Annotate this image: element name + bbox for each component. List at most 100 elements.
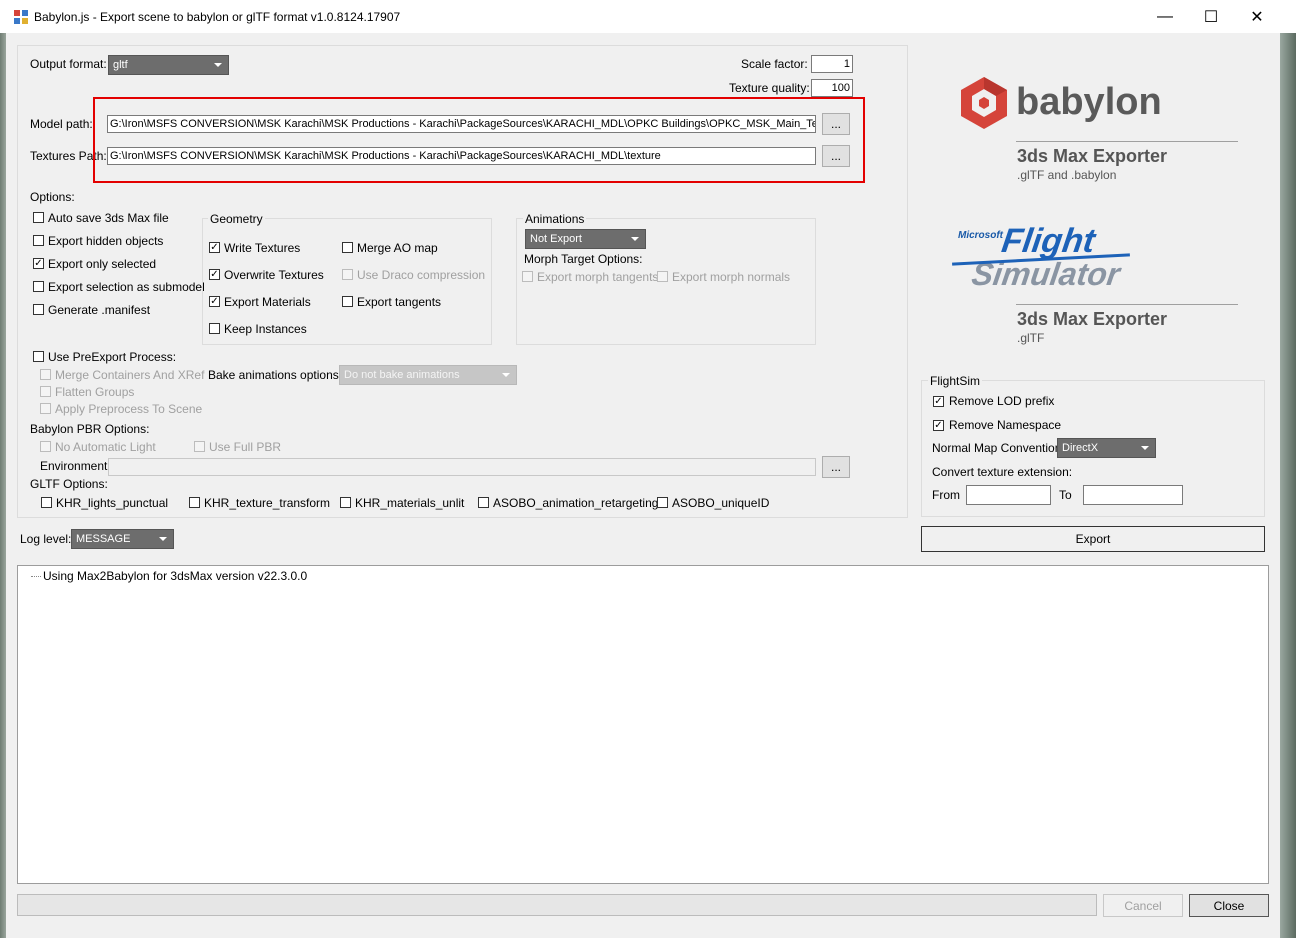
remove-namespace-checkbox[interactable]: ✓ <box>933 420 944 431</box>
to-extension-input[interactable] <box>1083 485 1183 505</box>
apply-preprocess-label: Apply Preprocess To Scene <box>55 402 203 416</box>
babylon-app-icon <box>13 9 29 25</box>
chevron-down-icon <box>214 63 222 67</box>
gltf-option-checkbox[interactable] <box>340 497 351 508</box>
option-label: Export hidden objects <box>48 234 164 248</box>
close-icon: ✕ <box>1250 8 1264 26</box>
environment-browse-button[interactable]: ... <box>822 456 850 478</box>
highlight-box <box>93 97 865 183</box>
maximize-button[interactable]: ☐ <box>1188 0 1234 33</box>
apply-preprocess-checkbox[interactable] <box>40 403 51 414</box>
gltf-option-label: KHR_lights_punctual <box>56 496 169 510</box>
scale-factor-input[interactable]: 1 <box>811 55 853 73</box>
export-tangents-checkbox[interactable] <box>342 296 353 307</box>
from-extension-input[interactable] <box>966 485 1051 505</box>
texture-quality-input[interactable]: 100 <box>811 79 853 97</box>
merge-ao-label: Merge AO map <box>357 241 438 255</box>
log-output[interactable]: Using Max2Babylon for 3dsMax version v22… <box>17 565 1269 884</box>
geometry-title: Geometry <box>208 212 265 226</box>
keep-instances-checkbox[interactable] <box>209 323 220 334</box>
minimize-icon: — <box>1157 7 1173 25</box>
flatten-groups-checkbox[interactable] <box>40 386 51 397</box>
minimize-button[interactable]: — <box>1142 0 1188 33</box>
flightsim-title: FlightSim <box>928 374 983 388</box>
export-button[interactable]: Export <box>921 526 1265 552</box>
option-checkbox[interactable] <box>33 212 44 223</box>
merge-ao-checkbox[interactable] <box>342 242 353 253</box>
gltf-option-checkbox[interactable] <box>189 497 200 508</box>
scale-factor-label: Scale factor: <box>741 57 808 71</box>
gltf-option-checkbox[interactable] <box>657 497 668 508</box>
use-preexport-checkbox[interactable] <box>33 351 44 362</box>
option-checkbox[interactable] <box>33 304 44 315</box>
progress-bar <box>17 894 1097 916</box>
chevron-down-icon <box>159 537 167 541</box>
full-pbr-checkbox[interactable] <box>194 441 205 452</box>
option-label: Export selection as submodel <box>48 280 205 294</box>
normal-map-select[interactable]: DirectX <box>1057 438 1156 458</box>
write-textures-label: Write Textures <box>224 241 301 255</box>
use-preexport-label: Use PreExport Process: <box>48 350 177 364</box>
output-format-label: Output format: <box>30 57 107 71</box>
gltf-option-checkbox[interactable] <box>478 497 489 508</box>
merge-containers-label: Merge Containers And XRef <box>55 368 205 382</box>
gltf-option-label: KHR_materials_unlit <box>355 496 465 510</box>
log-line: Using Max2Babylon for 3dsMax version v22… <box>43 569 308 583</box>
no-auto-light-label: No Automatic Light <box>55 440 156 454</box>
options-label: Options: <box>30 190 75 204</box>
environment-label: Environment <box>40 459 108 473</box>
animations-title: Animations <box>523 212 587 226</box>
environment-input[interactable] <box>108 458 816 476</box>
log-level-label: Log level: <box>20 532 72 546</box>
draco-checkbox[interactable] <box>342 269 353 280</box>
animations-value: Not Export <box>530 233 582 245</box>
write-textures-checkbox[interactable]: ✓ <box>209 242 220 253</box>
draco-label: Use Draco compression <box>357 268 486 282</box>
overwrite-textures-label: Overwrite Textures <box>224 268 324 282</box>
morph-tangents-checkbox[interactable] <box>522 271 533 282</box>
convert-texture-label: Convert texture extension: <box>932 465 1073 479</box>
merge-containers-checkbox[interactable] <box>40 369 51 380</box>
morph-normals-checkbox[interactable] <box>657 271 668 282</box>
gltf-option-checkbox[interactable] <box>41 497 52 508</box>
chevron-down-icon <box>502 373 510 377</box>
bake-animations-value: Do not bake animations <box>344 369 460 381</box>
msfs-microsoft-text: Microsoft <box>958 230 1003 241</box>
remove-namespace-label: Remove Namespace <box>949 418 1062 432</box>
to-label: To <box>1059 488 1072 502</box>
cancel-button[interactable]: Cancel <box>1103 894 1183 917</box>
export-tangents-label: Export tangents <box>357 295 442 309</box>
keep-instances-label: Keep Instances <box>224 322 307 336</box>
log-level-select[interactable]: MESSAGE <box>71 529 174 549</box>
window-title: Babylon.js - Export scene to babylon or … <box>34 10 401 24</box>
title-bar: Babylon.js - Export scene to babylon or … <box>0 0 1296 33</box>
option-label: Export only selected <box>48 257 157 271</box>
bake-animations-select[interactable]: Do not bake animations <box>339 365 517 385</box>
tree-connector <box>31 576 41 577</box>
log-level-value: MESSAGE <box>76 533 131 545</box>
output-format-value: gltf <box>113 59 128 71</box>
option-checkbox[interactable] <box>33 235 44 246</box>
remove-lod-checkbox[interactable]: ✓ <box>933 396 944 407</box>
window-edge-right <box>1280 33 1296 938</box>
pbr-options-label: Babylon PBR Options: <box>30 422 150 436</box>
flatten-groups-label: Flatten Groups <box>55 385 135 399</box>
no-auto-light-checkbox[interactable] <box>40 441 51 452</box>
export-materials-label: Export Materials <box>224 295 311 309</box>
bake-animations-label: Bake animations options: <box>208 368 343 382</box>
animations-select[interactable]: Not Export <box>525 229 646 249</box>
export-materials-checkbox[interactable]: ✓ <box>209 296 220 307</box>
option-checkbox[interactable] <box>33 281 44 292</box>
remove-lod-label: Remove LOD prefix <box>949 394 1055 408</box>
output-format-select[interactable]: gltf <box>108 55 229 75</box>
babylon-wordmark: babylon <box>1016 81 1162 123</box>
gltf-options-label: GLTF Options: <box>30 477 108 491</box>
option-checkbox[interactable]: ✓ <box>33 258 44 269</box>
gltf-option-label: ASOBO_animation_retargeting <box>493 496 659 510</box>
morph-normals-label: Export morph normals <box>672 270 791 284</box>
close-window-button[interactable]: ✕ <box>1234 0 1280 33</box>
close-button[interactable]: Close <box>1189 894 1269 917</box>
overwrite-textures-checkbox[interactable]: ✓ <box>209 269 220 280</box>
msfs-separator <box>1016 304 1238 305</box>
morph-options-label: Morph Target Options: <box>524 252 643 266</box>
